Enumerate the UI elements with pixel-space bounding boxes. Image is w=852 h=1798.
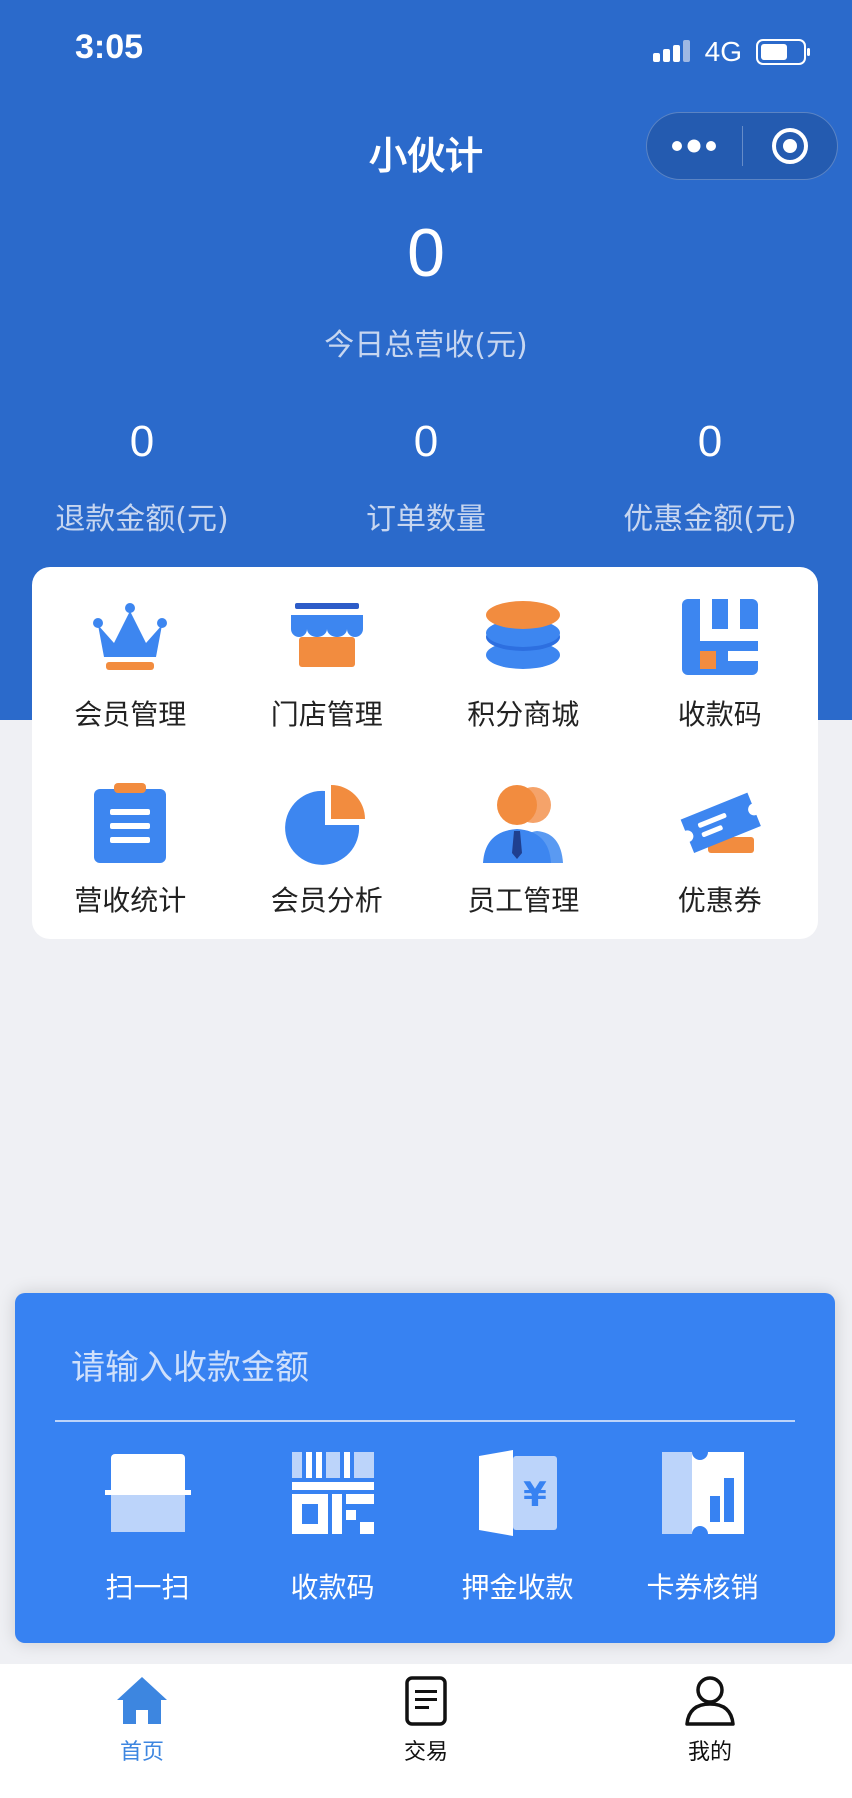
stat-label: 优惠金额(元) — [623, 502, 797, 537]
network-type: 4G — [704, 36, 742, 67]
storefront-icon — [285, 595, 369, 679]
coin-stack-icon — [481, 595, 565, 679]
stat-value: 0 — [413, 417, 439, 466]
menu-label: 积分商城 — [467, 698, 580, 731]
signal-icon — [652, 40, 690, 62]
svg-text:¥: ¥ — [523, 1475, 547, 1515]
stat-orders: 0 订单数量 — [284, 410, 568, 538]
clipboard-icon — [88, 781, 172, 865]
document-icon — [405, 1676, 447, 1726]
deposit-button[interactable]: ¥ 押金收款 — [425, 1448, 610, 1606]
scan-button[interactable]: 扫一扫 — [55, 1448, 240, 1606]
stat-label: 订单数量 — [366, 502, 486, 537]
tab-home[interactable]: 首页 — [0, 1664, 284, 1798]
more-button[interactable] — [647, 112, 742, 180]
menu-label: 收款码 — [677, 698, 762, 731]
crown-icon — [88, 595, 172, 679]
card-verify-icon — [658, 1448, 748, 1538]
stat-value: 0 — [697, 417, 723, 466]
payment-panel: 扫一扫 收款码 — [15, 1293, 835, 1643]
tab-label: 首页 — [119, 1740, 164, 1765]
menu-item-staff-management[interactable]: 员工管理 — [425, 753, 622, 939]
scan-icon — [103, 1448, 193, 1538]
stat-label: 退款金额(元) — [55, 502, 229, 537]
battery-icon — [756, 39, 810, 65]
menu-label: 门店管理 — [270, 698, 383, 731]
stat-discount: 0 优惠金额(元) — [568, 410, 852, 538]
stat-refund: 0 退款金额(元) — [0, 410, 284, 538]
menu-item-payment-code[interactable]: 收款码 — [622, 567, 819, 753]
status-time: 3:05 — [75, 28, 144, 66]
total-revenue-label: 今日总营收(元) — [324, 328, 528, 363]
menu-label: 会员分析 — [270, 884, 383, 917]
pay-label: 押金收款 — [461, 1571, 574, 1604]
tab-profile[interactable]: 我的 — [568, 1664, 852, 1798]
pie-chart-icon — [284, 781, 369, 865]
total-revenue-value: 0 — [407, 215, 445, 291]
home-icon — [117, 1677, 167, 1724]
pay-label: 卡券核销 — [646, 1571, 759, 1604]
pay-label: 扫一扫 — [105, 1571, 190, 1604]
status-bar: 3:05 4G — [0, 0, 852, 100]
menu-label: 会员管理 — [74, 698, 187, 731]
menu-label: 优惠券 — [677, 884, 762, 917]
menu-item-store-management[interactable]: 门店管理 — [229, 567, 426, 753]
payment-actions: 扫一扫 收款码 ¥ 押金收款 卡券核销 — [55, 1448, 795, 1606]
tab-label: 我的 — [687, 1740, 732, 1765]
close-button[interactable] — [742, 112, 837, 180]
menu-item-coupons[interactable]: 优惠券 — [622, 753, 819, 939]
menu-item-revenue-stats[interactable]: 营收统计 — [32, 753, 229, 939]
summary-stats: 0 退款金额(元) 0 订单数量 0 优惠金额(元) — [0, 410, 852, 538]
feature-menu: 会员管理 门店管理 积分商城 收款码 营收统计 会员分析 员工管理 优惠券 — [32, 567, 818, 939]
tab-transactions[interactable]: 交易 — [284, 1664, 568, 1798]
menu-item-member-analysis[interactable]: 会员分析 — [229, 753, 426, 939]
target-icon — [771, 128, 808, 164]
user-icon — [685, 1676, 735, 1726]
qr-code-button[interactable]: 收款码 — [240, 1448, 425, 1606]
input-underline — [55, 1420, 795, 1422]
more-dots-icon — [672, 139, 717, 153]
menu-item-points-mall[interactable]: 积分商城 — [425, 567, 622, 753]
ticket-icon — [678, 781, 762, 865]
pay-label: 收款码 — [290, 1571, 375, 1604]
menu-item-member-management[interactable]: 会员管理 — [32, 567, 229, 753]
menu-label: 员工管理 — [467, 884, 580, 917]
status-indicators: 4G — [652, 36, 812, 68]
card-verify-button[interactable]: 卡券核销 — [610, 1448, 795, 1606]
stat-value: 0 — [129, 417, 155, 466]
bottom-tab-bar: 首页 交易 我的 — [0, 1664, 852, 1798]
menu-label: 营收统计 — [74, 884, 187, 917]
amount-input[interactable] — [71, 1333, 771, 1403]
mini-program-capsule — [646, 112, 838, 180]
payment-code-icon — [678, 595, 762, 679]
tab-label: 交易 — [403, 1740, 448, 1765]
staff-icon — [481, 781, 565, 865]
deposit-icon: ¥ — [473, 1448, 563, 1538]
qr-code-icon — [288, 1448, 378, 1538]
